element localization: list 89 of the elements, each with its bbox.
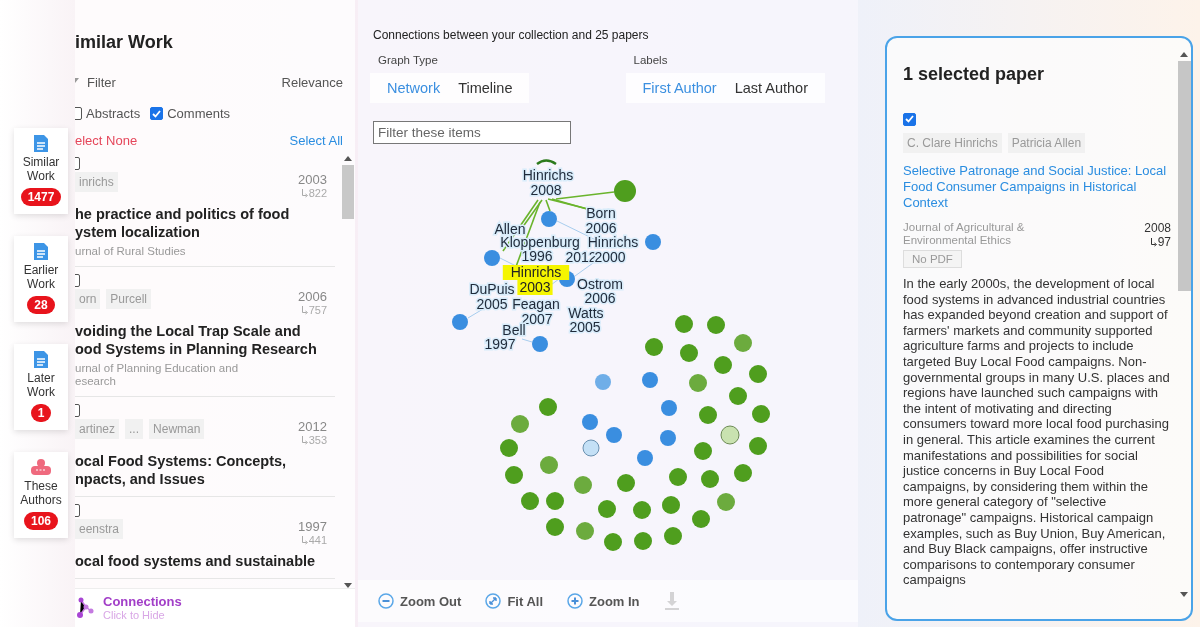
network-icon [75, 597, 95, 619]
paper-title-link[interactable]: Selective Patronage and Social Justice: Local Food Consumer Campaigns in Historical Context [903, 163, 1171, 211]
panel-title: 1 selected paper [903, 64, 1046, 85]
paper-title[interactable]: ocal food systems and sustainable [75, 552, 335, 570]
people-icon [29, 458, 53, 477]
node-label: Hinrichs [587, 234, 639, 250]
year: 2003 [298, 172, 327, 187]
arc-icon [536, 159, 557, 166]
node-label: Born [586, 205, 616, 221]
nav-tab[interactable]: These Authors 106 [14, 452, 68, 538]
nav-tab[interactable]: Earlier Work 28 [14, 236, 68, 322]
node-label: Feagan [512, 296, 560, 312]
checkbox[interactable] [903, 112, 916, 126]
checkbox[interactable] [150, 107, 164, 120]
group-label: Graph Type [378, 54, 439, 66]
node-label: Hinrichs [502, 264, 570, 280]
node-label: 2003 [517, 279, 553, 295]
node-label: 2006 [584, 290, 616, 306]
select-none-link[interactable]: elect None [75, 133, 138, 148]
download-icon [663, 591, 680, 611]
node-label: 2006 [585, 220, 617, 236]
node-label: 2005 [569, 319, 601, 335]
citation-icon [300, 435, 308, 445]
edge-line [521, 338, 533, 343]
segment-option[interactable]: Last Author [725, 77, 817, 99]
segment-option[interactable]: First Author [633, 77, 726, 99]
node-label: Ostrom [577, 276, 623, 292]
year: 2012 [298, 419, 327, 434]
node-label: 1997 [484, 336, 516, 352]
panel-title: imilar Work [75, 32, 174, 53]
select-all-link[interactable]: Select All [289, 133, 343, 148]
paper-title[interactable]: he practice and politics of food ystem localization [75, 205, 335, 241]
citation-count: 353 [308, 434, 327, 446]
node-label: Watts [568, 305, 604, 321]
checkbox-label: Comments [167, 106, 231, 121]
zoom-in-icon [567, 593, 583, 609]
journal-name: urnal of Planning Education and esearch [75, 362, 240, 388]
graph-node[interactable] [484, 250, 500, 266]
node-label: 2000 [594, 249, 626, 265]
zoom-in-button[interactable]: Zoom In [561, 591, 646, 611]
citation-icon [300, 535, 308, 545]
nav-tab[interactable]: Similar Work 1477 [14, 128, 68, 214]
sort-dropdown[interactable]: Relevance [281, 75, 343, 90]
paper-title[interactable]: voiding the Local Trap Scale and ood Systems in Planning Research [75, 322, 335, 358]
filter-field[interactable]: Filter these items [373, 121, 571, 144]
citation-count: 441 [308, 534, 327, 546]
graph-node[interactable] [452, 314, 468, 330]
scroll-up-icon[interactable] [1180, 52, 1188, 57]
group-label: Labels [633, 54, 669, 66]
graph-heading: Connections between your collection and 25 papers [373, 28, 650, 42]
graph-node[interactable] [614, 180, 636, 202]
citation-count: 822 [308, 187, 327, 199]
nav-tab[interactable]: Later Work 1 [14, 344, 68, 430]
document-icon [33, 350, 49, 369]
paper-title[interactable]: ocal Food Systems: Concepts, npacts, and Issues [75, 452, 335, 488]
citation-count: 97 [1157, 235, 1171, 249]
scrollbar-thumb[interactable] [342, 165, 354, 219]
scroll-down-icon[interactable] [1180, 592, 1188, 597]
node-label: DuPuis [469, 281, 515, 297]
citation-icon [300, 188, 308, 198]
year: 2006 [298, 289, 327, 304]
zoom-out-icon [378, 593, 394, 609]
document-icon [33, 134, 49, 153]
connections-toggle[interactable]: Connections Click to Hide [75, 588, 355, 627]
filter-button[interactable]: Filter [75, 75, 116, 90]
fit-icon [485, 593, 502, 609]
scroll-up-icon[interactable] [344, 156, 352, 161]
node-label: Hinrichs [522, 167, 574, 183]
graph-node[interactable] [645, 234, 661, 250]
citation-count: 757 [308, 304, 327, 316]
journal-name: Journal of Agricultural & Environmental Ethics [903, 221, 1026, 248]
segment-option[interactable]: Timeline [449, 77, 522, 99]
year: 2008 [1144, 221, 1171, 235]
node-label: 2005 [476, 296, 508, 312]
segment-option[interactable]: Network [378, 77, 450, 99]
journal-name: urnal of Rural Studies [75, 245, 187, 258]
checkbox-label: Abstracts [86, 106, 141, 121]
zoom-out-button[interactable]: Zoom Out [372, 591, 468, 611]
document-icon [33, 242, 49, 261]
fit-button[interactable]: Fit All [479, 591, 549, 611]
scrollbar-thumb[interactable] [1177, 61, 1191, 291]
abstract-text: In the early 2000s, the development of local food systems in advanced industrial countries has expanded beyond creation and support of farmers' markets and community supported agriculture farms and projects to include targeted Buy Local Food campaigns. Non-governmental groups in many U.S. places and regions have launched such campaigns with the intent of motivating and directing consumers toward more local food purchasing in general. This article examines the current manifestations and possibilities for social justice concerns in Buy Local Food campaigns, by considering them within the more general category of "selective patronage" campaigns. Historical campaign examples, such as Buy Union, Buy American, and Buy Black campaigns, offer instructive comparisons to contemporary consumer campaigns [903, 276, 1171, 588]
pdf-button[interactable]: No PDF [903, 250, 962, 268]
citation-icon [300, 305, 308, 315]
node-label: 2008 [530, 182, 562, 198]
year: 1997 [298, 519, 327, 534]
graph-node[interactable] [532, 336, 548, 352]
citation-icon [1149, 237, 1157, 247]
graph-node[interactable] [541, 211, 557, 227]
